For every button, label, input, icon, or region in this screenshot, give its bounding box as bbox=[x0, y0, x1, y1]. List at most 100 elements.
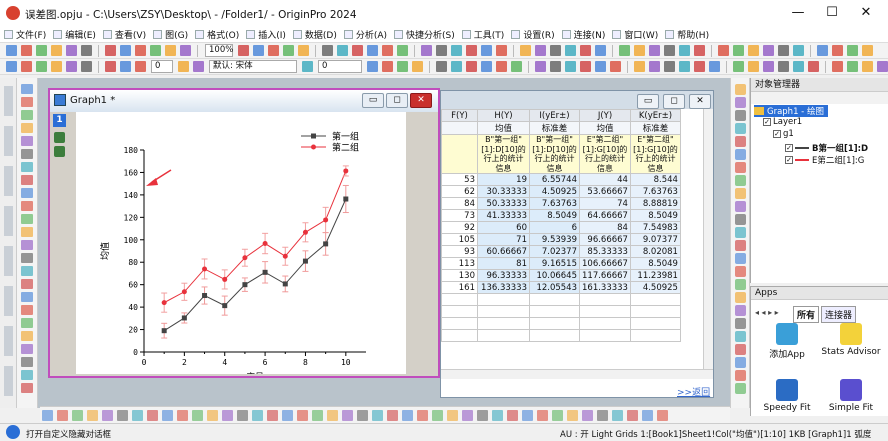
menu-item[interactable]: 工具(T) bbox=[460, 28, 510, 41]
bottom-toolbar-icon[interactable] bbox=[432, 409, 443, 421]
cell[interactable]: 均值 bbox=[477, 121, 530, 135]
toolbar-button-icon[interactable] bbox=[322, 45, 333, 56]
menu-item[interactable]: 格式(O) bbox=[193, 28, 244, 41]
toolbar-button-icon[interactable] bbox=[466, 61, 477, 72]
cell[interactable]: 8.5049 bbox=[629, 209, 681, 222]
bottom-toolbar-icon[interactable] bbox=[72, 409, 83, 421]
toolbar-button-icon[interactable] bbox=[847, 61, 858, 72]
cell[interactable]: 11.23981 bbox=[629, 269, 681, 282]
cell[interactable]: E"第二组"[1]:G[10]的行上的统计信息 bbox=[579, 134, 631, 174]
right-tool-icon[interactable] bbox=[735, 201, 746, 212]
cell[interactable]: 12.05543 bbox=[529, 281, 580, 294]
cell[interactable] bbox=[629, 305, 681, 318]
toolbar-button-icon[interactable] bbox=[634, 45, 645, 56]
menu-item[interactable]: 窗口(W) bbox=[610, 28, 663, 41]
toolbar-button-icon[interactable] bbox=[337, 45, 348, 56]
toolbar-button-icon[interactable] bbox=[238, 45, 249, 56]
cell[interactable] bbox=[629, 317, 681, 330]
tool-icon[interactable] bbox=[21, 240, 33, 250]
right-tool-icon[interactable] bbox=[735, 188, 746, 199]
bottom-toolbar-icon[interactable] bbox=[222, 409, 233, 421]
toolbar-button-icon[interactable] bbox=[694, 61, 705, 72]
menu-item[interactable]: 帮助(H) bbox=[663, 28, 714, 41]
bottom-toolbar-icon[interactable] bbox=[192, 409, 203, 421]
bottom-toolbar-icon[interactable] bbox=[507, 409, 518, 421]
tool-icon[interactable] bbox=[21, 214, 33, 224]
cell[interactable]: B"第一组"[1]:D[10]的行上的统计信息 bbox=[529, 134, 580, 174]
right-tool-icon[interactable] bbox=[735, 123, 746, 134]
zoom-combo[interactable]: 100% bbox=[205, 44, 233, 57]
bottom-toolbar-icon[interactable] bbox=[282, 409, 293, 421]
toolbar-button-icon[interactable] bbox=[412, 61, 423, 72]
toolbar-button-icon[interactable] bbox=[466, 45, 477, 56]
menu-item[interactable]: 文件(F) bbox=[2, 28, 51, 41]
tool-icon[interactable] bbox=[21, 331, 33, 341]
bottom-toolbar-icon[interactable] bbox=[447, 409, 458, 421]
tool-icon[interactable] bbox=[21, 188, 33, 198]
bottom-toolbar-icon[interactable] bbox=[147, 409, 158, 421]
bottom-toolbar-icon[interactable] bbox=[492, 409, 503, 421]
menu-item[interactable]: 快捷分析(S) bbox=[392, 28, 460, 41]
right-tool-icon[interactable] bbox=[735, 266, 746, 277]
tool-icon[interactable] bbox=[21, 279, 33, 289]
cell[interactable]: 10.06645 bbox=[529, 269, 580, 282]
cell[interactable]: 84 bbox=[579, 221, 631, 234]
dock-tab[interactable] bbox=[4, 326, 13, 356]
toolbar-button-icon[interactable] bbox=[302, 61, 313, 72]
bottom-toolbar-icon[interactable] bbox=[537, 409, 548, 421]
toolbar-button-icon[interactable] bbox=[496, 61, 507, 72]
toolbar-button-icon[interactable] bbox=[51, 61, 62, 72]
cell[interactable]: 19 bbox=[477, 173, 530, 186]
book-close-button[interactable]: ✕ bbox=[689, 94, 711, 109]
workbook-window[interactable]: ▭ ◻ ✕ F(Y) H(Y) I(yEr±) J(Y) K(yEr±) 均值 标准差 均值标… bbox=[440, 90, 714, 398]
app-simple-fit[interactable]: Simple Fit bbox=[821, 379, 881, 413]
toolbar-button-icon[interactable] bbox=[817, 45, 828, 56]
tool-icon[interactable] bbox=[21, 253, 33, 263]
cell[interactable] bbox=[579, 329, 631, 342]
right-tool-icon[interactable] bbox=[735, 214, 746, 225]
cell[interactable] bbox=[529, 293, 580, 306]
bottom-toolbar-icon[interactable] bbox=[417, 409, 428, 421]
menu-item[interactable]: 设置(R) bbox=[509, 28, 559, 41]
cell[interactable] bbox=[579, 305, 631, 318]
toolbar-button-icon[interactable] bbox=[550, 45, 561, 56]
toolbar-button-icon[interactable] bbox=[862, 61, 873, 72]
toolbar-button-icon[interactable] bbox=[763, 61, 774, 72]
toolbar-button-icon[interactable] bbox=[664, 45, 675, 56]
worksheet-grid[interactable]: F(Y) H(Y) I(yEr±) J(Y) K(yEr±) 均值 标准差 均值 标准差 B"第一… bbox=[441, 109, 703, 369]
cell[interactable]: 161.33333 bbox=[579, 281, 631, 294]
tool-icon[interactable] bbox=[21, 357, 33, 367]
toolbar-button-icon[interactable] bbox=[66, 61, 77, 72]
cell[interactable]: 130 bbox=[441, 269, 478, 282]
cell[interactable]: 7.02377 bbox=[529, 245, 580, 258]
cell[interactable] bbox=[477, 317, 530, 330]
cell[interactable]: 64.66667 bbox=[579, 209, 631, 222]
toolbar-button-icon[interactable] bbox=[580, 45, 591, 56]
cell[interactable] bbox=[441, 121, 478, 135]
cell[interactable]: 74 bbox=[579, 197, 631, 210]
toolbar-button-icon[interactable] bbox=[165, 45, 176, 56]
toolbar-button-icon[interactable] bbox=[595, 61, 606, 72]
cell[interactable]: 85.33333 bbox=[579, 245, 631, 258]
bottom-toolbar-icon[interactable] bbox=[312, 409, 323, 421]
toolbar-button-icon[interactable] bbox=[679, 45, 690, 56]
bottom-toolbar-icon[interactable] bbox=[327, 409, 338, 421]
right-tool-icon[interactable] bbox=[735, 292, 746, 303]
toolbar-button-icon[interactable] bbox=[664, 61, 675, 72]
toolbar-button-icon[interactable] bbox=[847, 45, 858, 56]
bottom-toolbar-icon[interactable] bbox=[522, 409, 533, 421]
cell[interactable]: 8.5049 bbox=[629, 257, 681, 270]
tool-icon[interactable] bbox=[21, 201, 33, 211]
app-add-app[interactable]: 添加App bbox=[757, 323, 817, 360]
cell[interactable]: 105 bbox=[441, 233, 478, 246]
toolbar-button-icon[interactable] bbox=[105, 45, 116, 56]
group-checkbox[interactable]: ✓ bbox=[773, 130, 781, 138]
toolbar-button-icon[interactable] bbox=[397, 61, 408, 72]
tree-group-node[interactable]: ✓ g1 bbox=[773, 129, 794, 139]
dock-tab[interactable] bbox=[4, 166, 13, 196]
tab-connectors[interactable]: 连接器 bbox=[821, 306, 857, 323]
menu-item[interactable]: 编辑(E) bbox=[51, 28, 101, 41]
cell[interactable]: 73 bbox=[441, 209, 478, 222]
toolbar-button-icon[interactable] bbox=[120, 61, 131, 72]
tool-icon[interactable] bbox=[21, 383, 33, 393]
